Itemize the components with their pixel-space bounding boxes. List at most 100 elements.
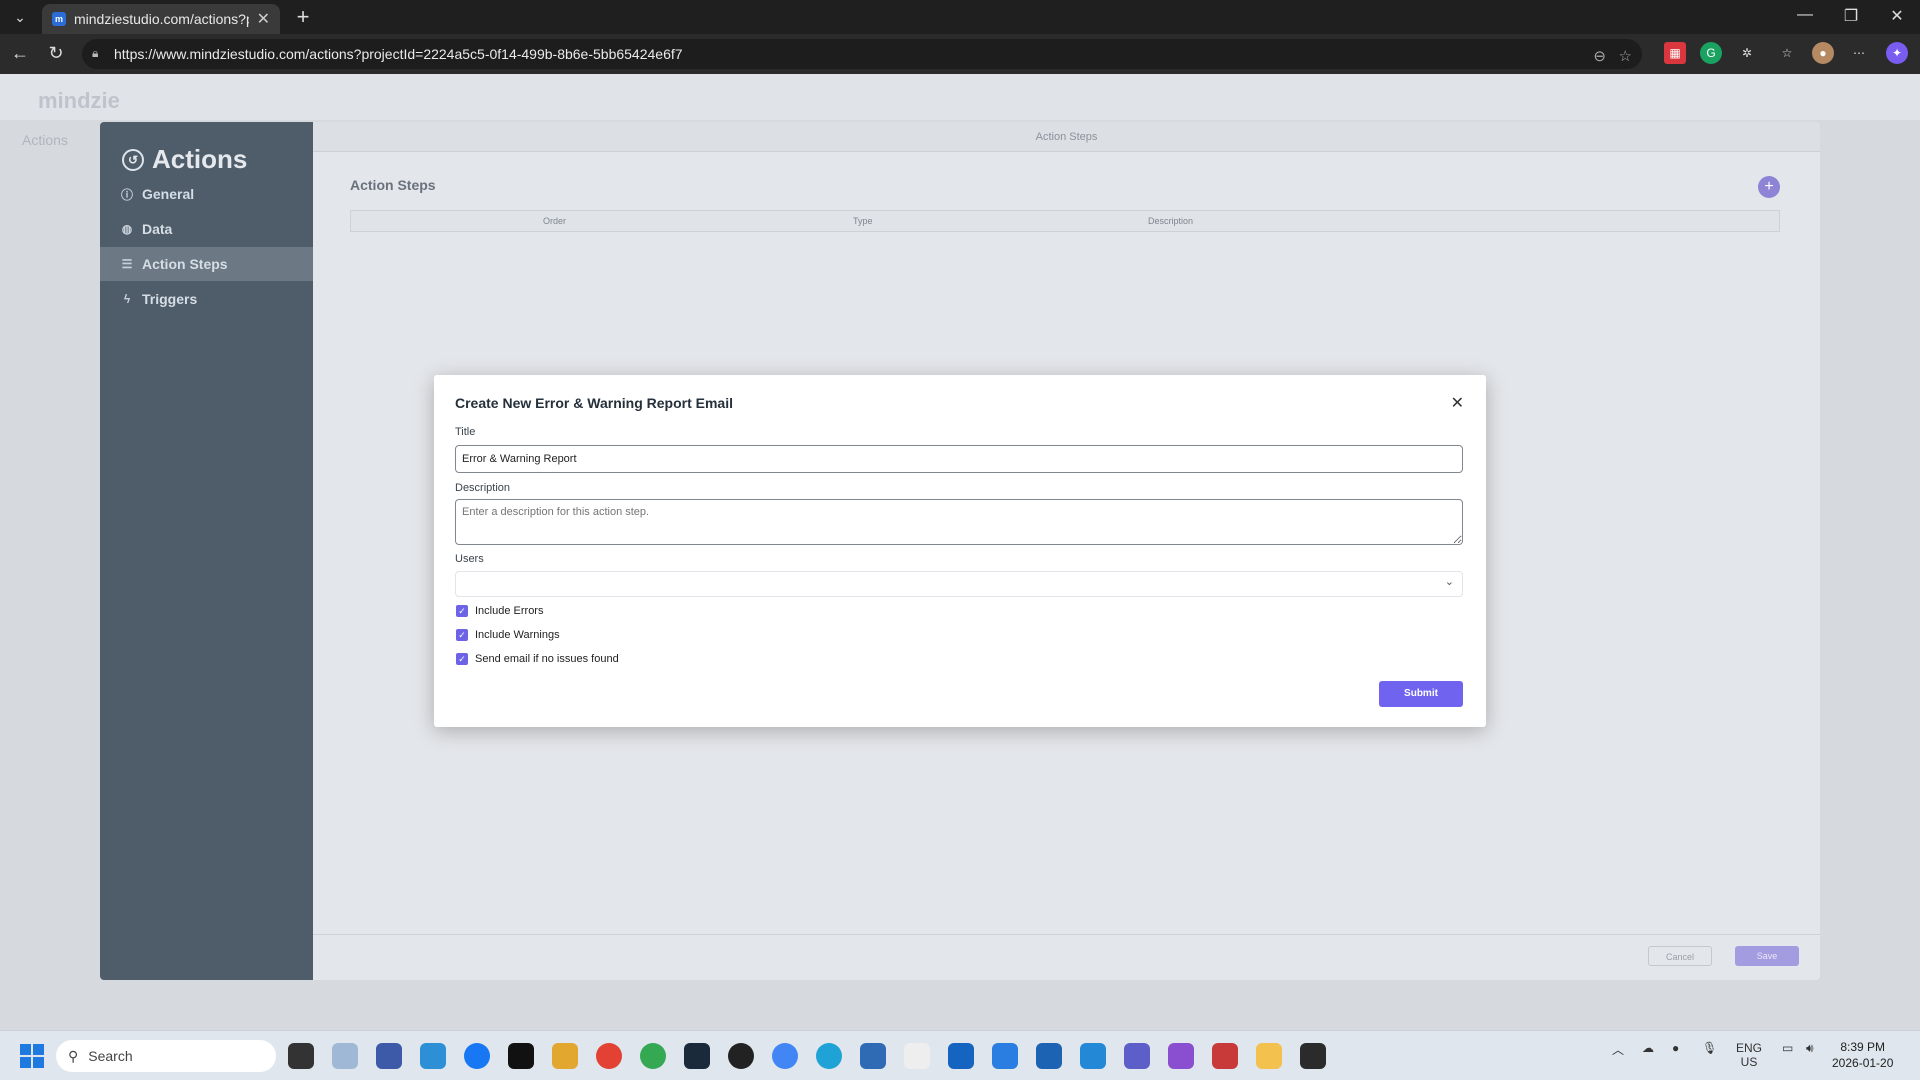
window-close-icon[interactable]: ✕ [1882,6,1912,26]
snipping-tool-icon[interactable] [1212,1043,1238,1069]
include-warnings-label: Include Warnings [475,629,560,641]
include-errors-checkbox[interactable]: ✓ [456,605,468,617]
panel-footer: Cancel Save [313,934,1820,980]
column-header-type: Type [853,216,873,226]
sidebar-item-label: General [142,186,195,202]
volume-icon[interactable]: 🔊︎ [1806,1041,1814,1056]
sidebar-item-action-steps[interactable]: ☰ Action Steps [100,247,313,281]
app-icon[interactable] [552,1043,578,1069]
terminal-icon[interactable] [1300,1043,1326,1069]
description-label: Description [455,482,511,494]
include-errors-label: Include Errors [475,605,544,617]
sidebar-item-label: Triggers [142,291,198,307]
send-if-no-issues-checkbox[interactable]: ✓ [456,653,468,665]
mail-app-icon[interactable] [420,1043,446,1069]
azure-icon[interactable] [1036,1043,1062,1069]
new-tab-plus-icon[interactable]: + [290,4,316,30]
actions-icon: ↺ [122,148,144,171]
chrome-icon[interactable] [596,1043,622,1069]
windows-start-icon[interactable] [20,1044,44,1068]
extension-grammarly-icon[interactable]: G [1700,42,1722,64]
favorites-icon[interactable]: ☆ [1776,42,1798,64]
refresh-icon[interactable]: ↻ [44,43,68,64]
close-icon[interactable]: ✕ [1451,393,1464,413]
tab-title: mindziestudio.com/actions?proje [74,11,249,27]
network-icon[interactable]: ▭ [1782,1041,1793,1055]
file-explorer-icon[interactable] [1256,1043,1282,1069]
chatgpt-icon[interactable] [728,1043,754,1069]
submit-button[interactable]: Submit [1379,681,1463,707]
back-arrow-icon[interactable]: ← [8,43,32,64]
language-code: ENG [1736,1041,1763,1055]
include-warnings-option[interactable]: ✓ Include Warnings [456,629,560,641]
create-report-email-dialog: Create New Error & Warning Report Email … [434,375,1486,727]
chrome-icon[interactable] [772,1043,798,1069]
info-icon: ⓘ [120,187,133,202]
teams-icon[interactable] [1124,1043,1150,1069]
url-text: https://www.mindziestudio.com/actions?pr… [114,46,683,62]
more-menu-icon[interactable]: ⋯ [1848,42,1870,64]
tab-close-icon[interactable]: ✕ [257,9,270,29]
dialog-title: Create New Error & Warning Report Email [455,395,733,411]
favorite-star-icon[interactable]: ☆ [1619,47,1632,65]
title-input[interactable] [455,445,1463,473]
powershell-icon[interactable] [860,1043,886,1069]
users-select[interactable]: ⌄ [455,571,1463,597]
site-favicon-icon: m [52,12,66,26]
visual-studio-icon[interactable] [1168,1043,1194,1069]
tray-overflow-icon[interactable]: ︿ [1612,1041,1624,1058]
system-clock[interactable]: 8:39 PM 2026-01-20 [1832,1039,1893,1071]
browser-tab[interactable]: m mindziestudio.com/actions?proje ✕ [42,4,280,34]
sidebar-title: ↺ Actions [122,144,247,175]
outlook-icon[interactable] [948,1043,974,1069]
include-warnings-checkbox[interactable]: ✓ [456,629,468,641]
chevron-down-icon: ⌄ [1444,576,1454,588]
bolt-icon: ϟ [123,292,131,306]
language-indicator[interactable]: ENG US [1736,1041,1762,1069]
brand-logo: mindzie [38,88,120,113]
send-if-no-issues-option[interactable]: ✓ Send email if no issues found [456,653,619,665]
zoom-icon[interactable]: ⊖ [1593,47,1606,65]
url-input[interactable]: 🔒︎ https://www.mindziestudio.com/actions… [82,39,1642,69]
save-button[interactable]: Save [1735,946,1799,966]
clock-date: 2026-01-20 [1832,1056,1894,1070]
app-icon[interactable] [376,1043,402,1069]
app-icon[interactable] [684,1043,710,1069]
search-icon: ⚲ [68,1047,79,1064]
copilot-icon[interactable]: ✦ [1886,42,1908,64]
app-icon[interactable] [332,1043,358,1069]
taskbar-search[interactable]: ⚲ Search [56,1040,276,1072]
profile-avatar[interactable]: ● [1812,42,1834,64]
sidebar-title-text: Actions [152,144,248,174]
vscode-icon[interactable] [1080,1043,1106,1069]
sidebar-item-label: Action Steps [142,256,228,272]
sidebar-item-data[interactable]: ◍ Data [100,212,313,246]
app-icon[interactable] [508,1043,534,1069]
add-step-button[interactable]: + [1758,176,1780,198]
description-textarea[interactable] [455,499,1463,545]
list-icon: ☰ [121,257,133,271]
chrome-icon[interactable] [640,1043,666,1069]
include-errors-option[interactable]: ✓ Include Errors [456,605,543,617]
tray-app-icon[interactable]: ● [1672,1041,1679,1055]
microphone-icon[interactable]: 🎙︎ [1702,1041,1717,1055]
sidebar-item-general[interactable]: ⓘ General [100,177,313,211]
restore-icon[interactable]: ❐ [1836,6,1866,26]
minimize-icon[interactable]: — [1790,6,1820,24]
column-header-description: Description [1148,216,1194,226]
sidebar-item-triggers[interactable]: ϟ Triggers [100,282,313,316]
cancel-button[interactable]: Cancel [1648,946,1712,966]
edge-icon[interactable] [816,1043,842,1069]
database-icon: ◍ [121,222,133,236]
app-top-nav: mindzie [0,74,1920,120]
app-icon[interactable] [992,1043,1018,1069]
background-page-title: Actions [22,132,68,148]
sidebar-item-label: Data [142,221,173,237]
extension-calendar-icon[interactable]: ▦ [1664,42,1686,64]
extensions-puzzle-icon[interactable]: ✲ [1736,42,1758,64]
onedrive-icon[interactable]: ☁ [1642,1041,1654,1055]
app-icon[interactable] [288,1043,314,1069]
facebook-icon[interactable] [464,1043,490,1069]
app-icon[interactable] [904,1043,930,1069]
tab-list-chevron-icon[interactable]: ⌄ [8,6,32,28]
